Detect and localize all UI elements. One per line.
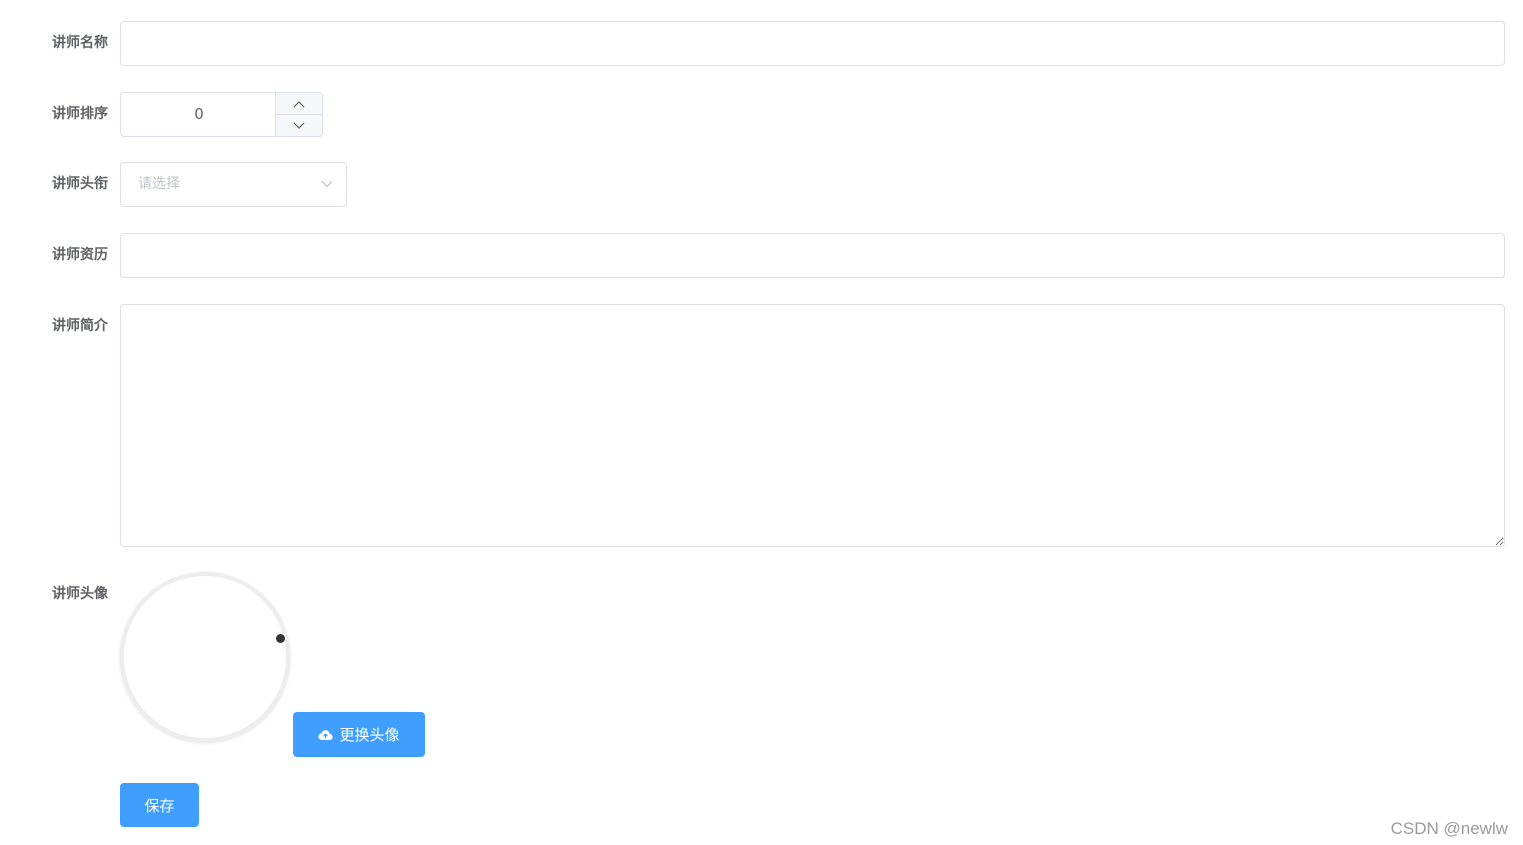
- teacher-career-input[interactable]: [120, 233, 1505, 278]
- watermark: CSDN @newlw: [1390, 819, 1508, 838]
- avatar-indicator-dot: [276, 634, 285, 643]
- avatar: [120, 572, 290, 742]
- save-button[interactable]: 保存: [120, 783, 199, 827]
- sort-value[interactable]: 0: [121, 93, 277, 136]
- title-select[interactable]: 请选择: [120, 162, 347, 207]
- title-select-placeholder: 请选择: [138, 176, 180, 192]
- teacher-intro-textarea[interactable]: [120, 304, 1505, 547]
- increase-button[interactable]: [276, 93, 322, 115]
- change-avatar-button[interactable]: 更换头像: [293, 712, 425, 757]
- chevron-down-icon: [293, 122, 305, 129]
- teacher-name-input[interactable]: [120, 21, 1505, 66]
- avatar-label: 讲师头像: [52, 586, 108, 602]
- chevron-up-icon: [293, 100, 305, 107]
- change-avatar-label: 更换头像: [339, 726, 400, 744]
- name-label: 讲师名称: [52, 35, 108, 51]
- sort-label: 讲师排序: [52, 106, 108, 122]
- intro-label: 讲师简介: [52, 318, 108, 334]
- sort-stepper[interactable]: 0: [120, 92, 323, 137]
- stepper-controls: [275, 93, 322, 136]
- chevron-down-icon: [321, 181, 333, 188]
- decrease-button[interactable]: [276, 115, 322, 136]
- title-label: 讲师头衔: [52, 176, 108, 192]
- cloud-upload-icon: [318, 729, 334, 741]
- teacher-form: 讲师名称 讲师排序 0 讲师头衔 请选择 讲师资历 讲师简介 讲师头像 更换头像…: [0, 0, 1523, 845]
- save-label: 保存: [144, 796, 175, 815]
- career-label: 讲师资历: [52, 247, 108, 263]
